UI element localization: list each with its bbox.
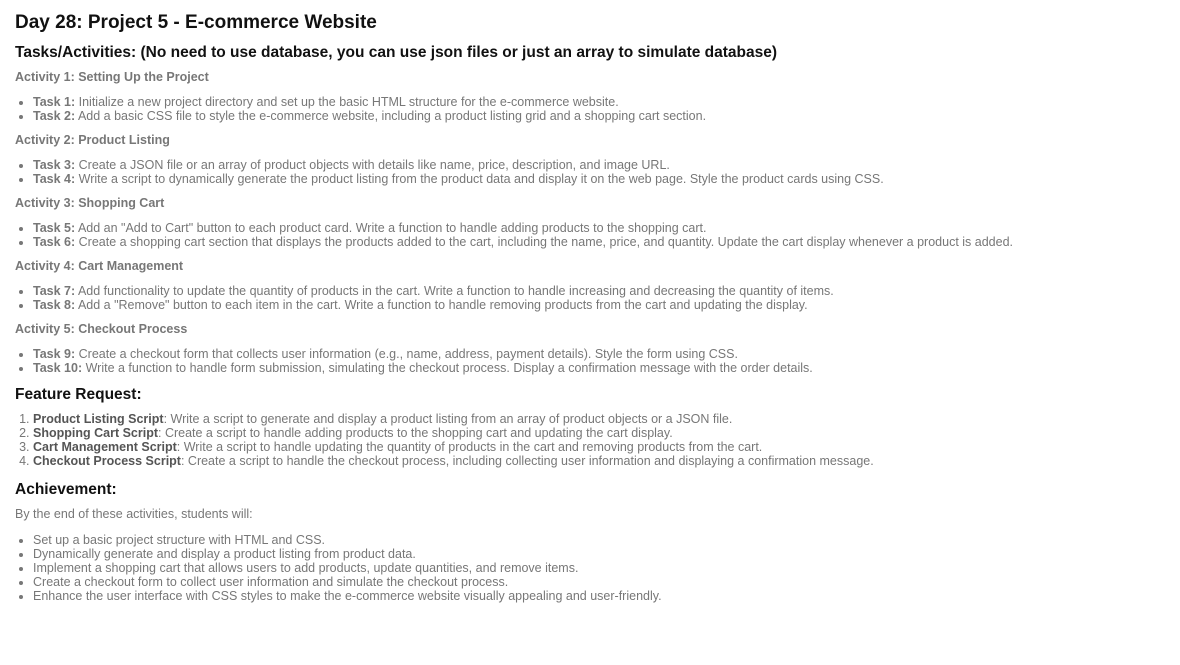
achievement-item: Enhance the user interface with CSS styl… bbox=[33, 589, 1165, 603]
task-text: Add a "Remove" button to each item in th… bbox=[75, 298, 808, 312]
task-list: Task 7: Add functionality to update the … bbox=[15, 284, 1165, 312]
task-item: Task 9: Create a checkout form that coll… bbox=[33, 347, 1165, 361]
task-label: Task 4: bbox=[33, 172, 76, 186]
feature-list: Product Listing Script: Write a script t… bbox=[15, 412, 1165, 468]
achievement-item: Create a checkout form to collect user i… bbox=[33, 575, 1165, 589]
task-text: Write a function to handle form submissi… bbox=[82, 361, 813, 375]
feature-label: Cart Management Script bbox=[33, 440, 177, 454]
task-item: Task 2: Add a basic CSS file to style th… bbox=[33, 109, 1165, 123]
task-item: Task 10: Write a function to handle form… bbox=[33, 361, 1165, 375]
feature-request-heading: Feature Request: bbox=[15, 386, 142, 403]
feature-text: : Create a script to handle adding produ… bbox=[158, 426, 673, 440]
achievement-list: Set up a basic project structure with HT… bbox=[15, 533, 1165, 603]
task-item: Task 3: Create a JSON file or an array o… bbox=[33, 158, 1165, 172]
task-label: Task 6: bbox=[33, 235, 76, 249]
task-item: Task 5: Add an "Add to Cart" button to e… bbox=[33, 221, 1165, 235]
activity-title: Activity 3: Shopping Cart bbox=[15, 196, 165, 210]
task-text: Create a shopping cart section that disp… bbox=[75, 235, 1013, 249]
achievement-section: Achievement: By the end of these activit… bbox=[15, 480, 1165, 603]
activity-5: Activity 5: Checkout Process Task 9: Cre… bbox=[15, 322, 1165, 375]
task-item: Task 8: Add a "Remove" button to each it… bbox=[33, 298, 1165, 312]
feature-label: Shopping Cart Script bbox=[33, 426, 158, 440]
activity-title: Activity 1: Setting Up the Project bbox=[15, 70, 209, 84]
task-text: Initialize a new project directory and s… bbox=[75, 95, 619, 109]
task-text: Add an "Add to Cart" button to each prod… bbox=[75, 221, 707, 235]
feature-item: Checkout Process Script: Create a script… bbox=[33, 454, 1165, 468]
activity-2: Activity 2: Product Listing Task 3: Crea… bbox=[15, 133, 1165, 186]
task-label: Task 3: bbox=[33, 158, 76, 172]
achievement-intro: By the end of these activities, students… bbox=[15, 507, 253, 521]
task-label: Task 5: bbox=[33, 221, 76, 235]
task-text: Write a script to dynamically generate t… bbox=[75, 172, 884, 186]
task-item: Task 7: Add functionality to update the … bbox=[33, 284, 1165, 298]
activity-4: Activity 4: Cart Management Task 7: Add … bbox=[15, 259, 1165, 312]
task-text: Create a JSON file or an array of produc… bbox=[75, 158, 670, 172]
task-label: Task 1: bbox=[33, 95, 76, 109]
feature-text: : Create a script to handle the checkout… bbox=[180, 454, 874, 468]
task-label: Task 7: bbox=[33, 284, 76, 298]
achievement-item: Set up a basic project structure with HT… bbox=[33, 533, 1165, 547]
task-item: Task 6: Create a shopping cart section t… bbox=[33, 235, 1165, 249]
task-text: Add a basic CSS file to style the e-comm… bbox=[75, 109, 707, 123]
task-label: Task 10: bbox=[33, 361, 83, 375]
task-text: Create a checkout form that collects use… bbox=[75, 347, 738, 361]
feature-item: Cart Management Script: Write a script t… bbox=[33, 440, 1165, 454]
activity-title: Activity 4: Cart Management bbox=[15, 259, 184, 273]
feature-item: Shopping Cart Script: Create a script to… bbox=[33, 426, 1165, 440]
task-list: Task 9: Create a checkout form that coll… bbox=[15, 347, 1165, 375]
task-list: Task 1: Initialize a new project directo… bbox=[15, 95, 1165, 123]
activity-1: Activity 1: Setting Up the Project Task … bbox=[15, 70, 1165, 123]
page-title: Day 28: Project 5 - E-commerce Website bbox=[15, 12, 377, 33]
task-label: Task 9: bbox=[33, 347, 76, 361]
task-text: Add functionality to update the quantity… bbox=[75, 284, 834, 298]
feature-text: : Write a script to generate and display… bbox=[163, 412, 733, 426]
activity-3: Activity 3: Shopping Cart Task 5: Add an… bbox=[15, 196, 1165, 249]
achievement-heading: Achievement: bbox=[15, 481, 117, 498]
feature-item: Product Listing Script: Write a script t… bbox=[33, 412, 1165, 426]
task-list: Task 5: Add an "Add to Cart" button to e… bbox=[15, 221, 1165, 249]
task-item: Task 1: Initialize a new project directo… bbox=[33, 95, 1165, 109]
activity-title: Activity 2: Product Listing bbox=[15, 133, 170, 147]
feature-request-section: Feature Request: Product Listing Script:… bbox=[15, 385, 1165, 468]
feature-label: Product Listing Script bbox=[33, 412, 164, 426]
tasks-heading: Tasks/Activities: (No need to use databa… bbox=[15, 44, 778, 61]
achievement-item: Dynamically generate and display a produ… bbox=[33, 547, 1165, 561]
achievement-item: Implement a shopping cart that allows us… bbox=[33, 561, 1165, 575]
task-label: Task 8: bbox=[33, 298, 76, 312]
task-label: Task 2: bbox=[33, 109, 76, 123]
task-list: Task 3: Create a JSON file or an array o… bbox=[15, 158, 1165, 186]
document-page: Day 28: Project 5 - E-commerce Website T… bbox=[0, 0, 1180, 665]
feature-text: : Write a script to handle updating the … bbox=[176, 440, 763, 454]
feature-label: Checkout Process Script bbox=[33, 454, 181, 468]
activity-title: Activity 5: Checkout Process bbox=[15, 322, 188, 336]
task-item: Task 4: Write a script to dynamically ge… bbox=[33, 172, 1165, 186]
